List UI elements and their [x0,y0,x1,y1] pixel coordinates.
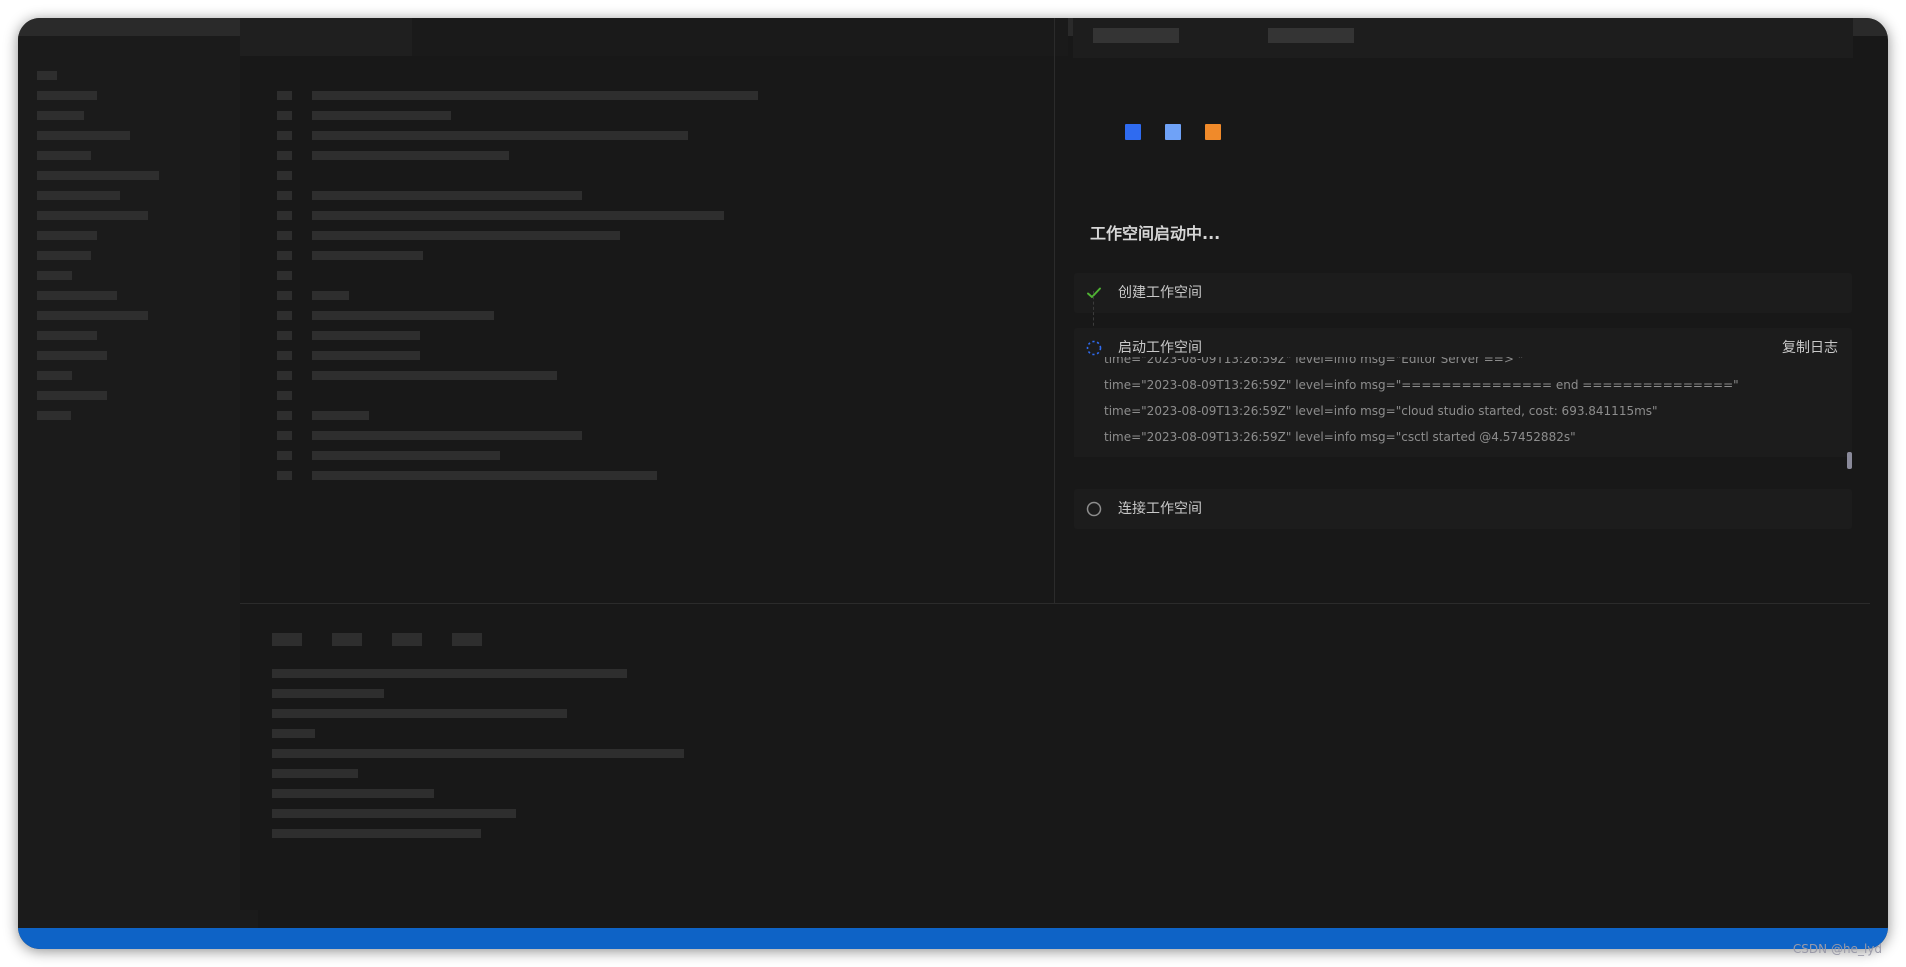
workspace-status-title: 工作空间启动中... [1090,224,1221,243]
check-icon [1087,287,1101,298]
step-connector [1093,291,1094,331]
right-panel-tab-bar [1073,18,1853,58]
log-line: time="2023-08-09T13:26:59Z" level=info m… [1104,404,1658,418]
step-label: 创建工作空间 [1118,285,1202,301]
spinner-icon [1086,340,1102,356]
sidebar-skeleton [18,36,258,928]
watermark: CSDN @he_lyd [1792,942,1882,956]
step-create-workspace: 创建工作空间 [1074,273,1852,313]
logo-square-2 [1165,124,1181,140]
right-tab-placeholder-1 [1093,28,1179,43]
startup-log[interactable]: time="2023-08-09T13:26:59Z" level=info m… [1074,357,1852,457]
logo-square-1 [1125,124,1141,140]
logo-square-3 [1205,124,1221,140]
vertical-divider [1054,18,1055,604]
editor-tab-placeholder [240,18,412,56]
log-line: time="2023-08-09T13:26:59Z" level=info m… [1104,378,1739,392]
log-scrollbar[interactable] [1847,452,1852,469]
status-bar [18,928,1888,949]
step-label: 连接工作空间 [1118,501,1202,517]
circle-icon [1086,501,1102,517]
step-connect-workspace: 连接工作空间 [1074,489,1852,529]
right-tab-placeholder-2 [1268,28,1354,43]
log-line: time="2023-08-09T13:26:59Z" level=info m… [1104,430,1576,444]
log-line: time="2023-08-09T13:26:59Z" level=info m… [1104,357,1524,366]
